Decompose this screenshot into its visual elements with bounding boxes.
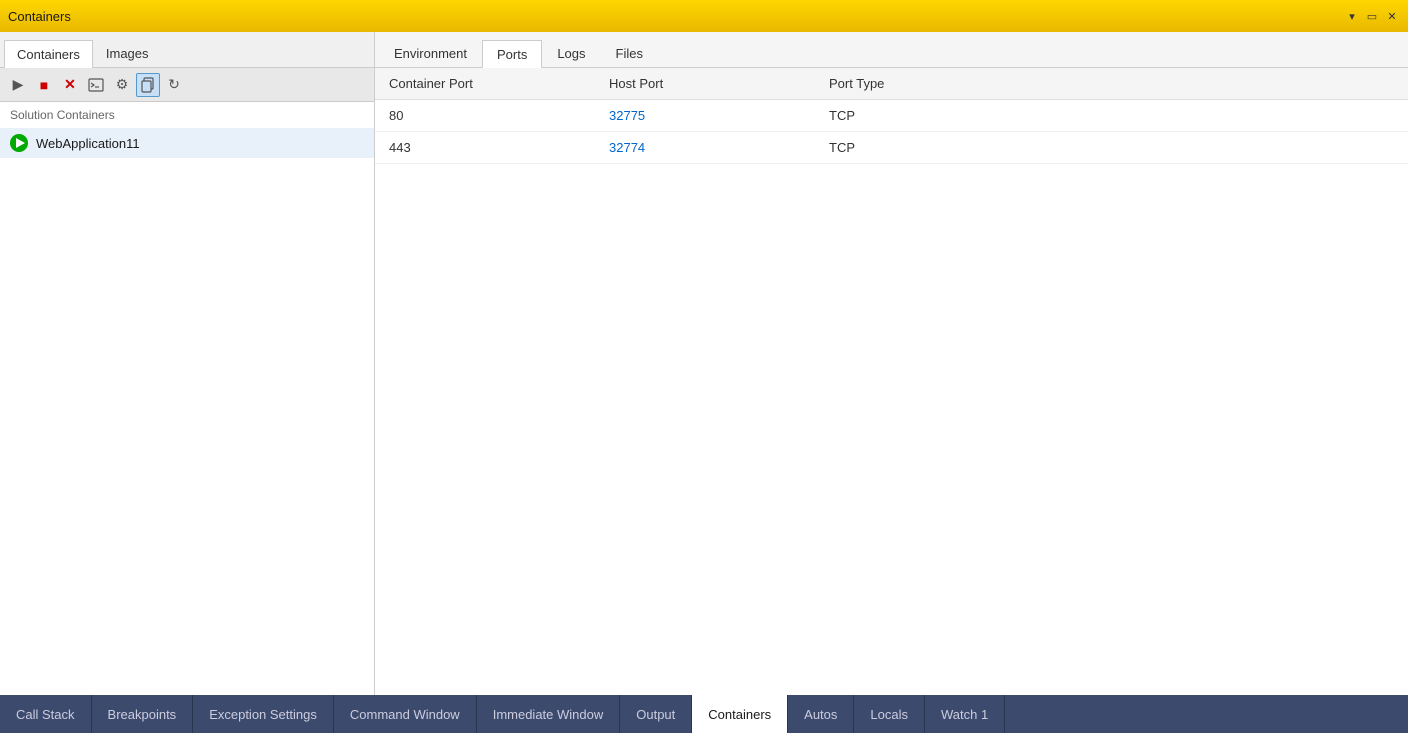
left-panel-tabs: Containers Images bbox=[0, 32, 374, 68]
section-label: Solution Containers bbox=[0, 102, 374, 128]
toolbar: ▶ ■ ✕ ⚙ ↻ bbox=[0, 68, 374, 102]
settings-button[interactable]: ⚙ bbox=[110, 73, 134, 97]
left-panel: Containers Images ▶ ■ ✕ ⚙ bbox=[0, 32, 375, 695]
remove-button[interactable]: ✕ bbox=[58, 73, 82, 97]
bottom-tab-output[interactable]: Output bbox=[620, 695, 692, 733]
table-body: 80 32775 TCP 443 32774 TCP bbox=[375, 100, 1408, 164]
bottom-tab-immediate-window[interactable]: Immediate Window bbox=[477, 695, 621, 733]
tab-environment[interactable]: Environment bbox=[379, 39, 482, 67]
title-bar: Containers ▾ ▭ ✕ bbox=[0, 0, 1408, 32]
table-row: 443 32774 TCP bbox=[375, 132, 1408, 164]
dropdown-btn[interactable]: ▾ bbox=[1344, 8, 1360, 24]
list-item[interactable]: WebApplication11 bbox=[0, 128, 374, 158]
refresh-button[interactable]: ↻ bbox=[162, 73, 186, 97]
bottom-tab-watch1[interactable]: Watch 1 bbox=[925, 695, 1005, 733]
bottom-tab-exception-settings[interactable]: Exception Settings bbox=[193, 695, 334, 733]
tab-logs[interactable]: Logs bbox=[542, 39, 600, 67]
tab-ports[interactable]: Ports bbox=[482, 40, 542, 68]
col-container-port: Container Port bbox=[375, 68, 595, 99]
container-list: WebApplication11 bbox=[0, 128, 374, 695]
table-row: 80 32775 TCP bbox=[375, 100, 1408, 132]
bottom-tab-locals[interactable]: Locals bbox=[854, 695, 925, 733]
ports-table: Container Port Host Port Port Type 80 32… bbox=[375, 68, 1408, 695]
start-button[interactable]: ▶ bbox=[6, 73, 30, 97]
cell-port-type-1: TCP bbox=[815, 100, 1408, 131]
main-area: Containers Images ▶ ■ ✕ ⚙ bbox=[0, 32, 1408, 695]
right-panel: Environment Ports Logs Files Container P… bbox=[375, 32, 1408, 695]
stop-button[interactable]: ■ bbox=[32, 73, 56, 97]
bottom-tab-breakpoints[interactable]: Breakpoints bbox=[92, 695, 194, 733]
running-icon bbox=[10, 134, 28, 152]
tab-files[interactable]: Files bbox=[601, 39, 658, 67]
window-controls: ▾ ▭ ✕ bbox=[1344, 8, 1400, 24]
terminal-button[interactable] bbox=[84, 73, 108, 97]
container-name: WebApplication11 bbox=[36, 136, 140, 151]
tab-containers[interactable]: Containers bbox=[4, 40, 93, 68]
cell-container-port-1: 80 bbox=[375, 100, 595, 131]
col-host-port: Host Port bbox=[595, 68, 815, 99]
tab-images[interactable]: Images bbox=[93, 39, 162, 67]
bottom-tab-autos[interactable]: Autos bbox=[788, 695, 854, 733]
cell-host-port-2[interactable]: 32774 bbox=[595, 132, 815, 163]
window-title: Containers bbox=[8, 9, 71, 24]
cell-host-port-1[interactable]: 32775 bbox=[595, 100, 815, 131]
bottom-tab-containers[interactable]: Containers bbox=[692, 695, 788, 733]
copy-button[interactable] bbox=[136, 73, 160, 97]
bottom-tab-command-window[interactable]: Command Window bbox=[334, 695, 477, 733]
bottom-tab-bar: Call Stack Breakpoints Exception Setting… bbox=[0, 695, 1408, 733]
restore-btn[interactable]: ▭ bbox=[1364, 8, 1380, 24]
detail-tabs: Environment Ports Logs Files bbox=[375, 32, 1408, 68]
col-port-type: Port Type bbox=[815, 68, 1408, 99]
cell-container-port-2: 443 bbox=[375, 132, 595, 163]
table-header: Container Port Host Port Port Type bbox=[375, 68, 1408, 100]
bottom-tab-call-stack[interactable]: Call Stack bbox=[0, 695, 92, 733]
close-btn[interactable]: ✕ bbox=[1384, 8, 1400, 24]
cell-port-type-2: TCP bbox=[815, 132, 1408, 163]
